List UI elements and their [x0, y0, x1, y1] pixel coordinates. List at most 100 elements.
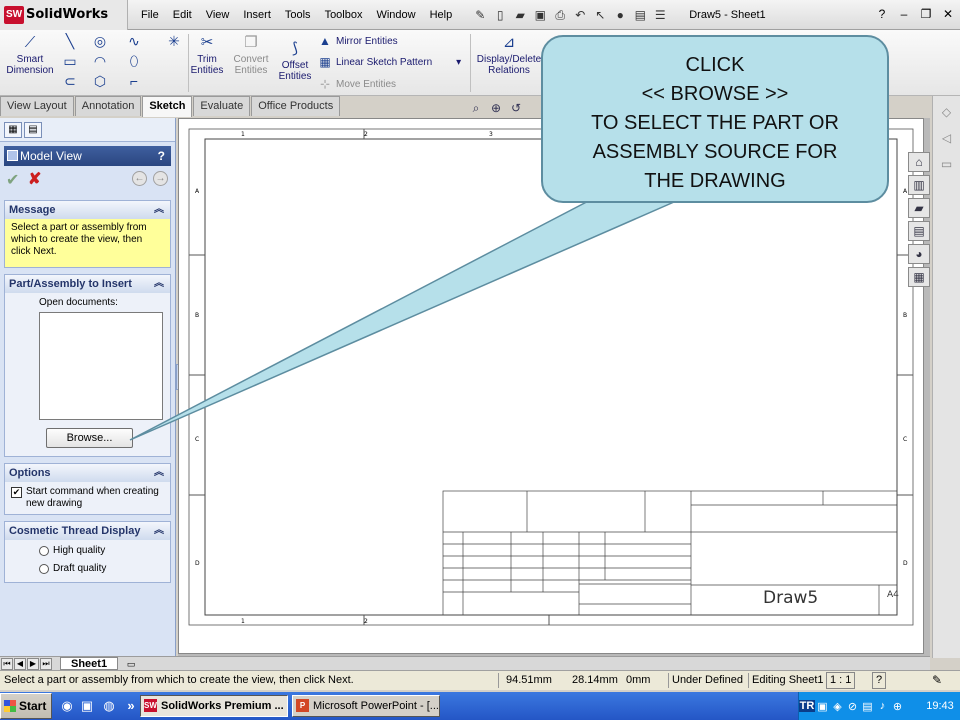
file-explorer-icon[interactable]: ▰ [908, 198, 930, 218]
new-document-icon[interactable]: ▯ [491, 6, 509, 24]
select-icon[interactable]: ↖ [591, 6, 609, 24]
firefox-icon[interactable]: ◍ [100, 697, 118, 715]
taskbar-powerpoint[interactable]: P Microsoft PowerPoint - [... [292, 695, 440, 717]
convert-entities-button[interactable]: ❐ Convert Entities [228, 34, 274, 76]
rectangle-icon[interactable]: ▭ [60, 52, 80, 70]
smart-dimension-button[interactable]: ⟋ Smart Dimension [4, 34, 56, 76]
tab-annotation[interactable]: Annotation [74, 96, 142, 116]
taskbar-solidworks[interactable]: SW SolidWorks Premium ... [140, 695, 288, 717]
save-icon[interactable]: ▣ [531, 6, 549, 24]
start-command-checkbox[interactable]: ✔ [11, 487, 22, 498]
design-library-icon[interactable]: ▥ [908, 175, 930, 195]
stack-icon[interactable]: ▭ [938, 154, 956, 174]
move-entities-button[interactable]: ⊹ Move Entities [318, 77, 396, 91]
desktop-icon[interactable]: ▣ [78, 697, 96, 715]
start-button[interactable]: Start [0, 693, 52, 719]
feature-manager-tab-icon[interactable]: ▦ [4, 122, 22, 138]
cancel-x-icon[interactable]: ✘ [28, 169, 41, 189]
trim-entities-button[interactable]: ✂ Trim Entities [188, 34, 226, 76]
start-command-option[interactable]: ✔ Start command when creating new drawin… [5, 482, 170, 514]
cosmetic-thread-group-header[interactable]: Cosmetic Thread Display ︽ [5, 522, 170, 540]
network-icon[interactable]: ▤ [860, 700, 875, 713]
prev-sheet-icon[interactable]: ◀ [14, 657, 26, 670]
ok-check-icon[interactable]: ✔ [6, 170, 19, 190]
menu-toolbox[interactable]: Toolbox [318, 0, 370, 30]
tab-evaluate[interactable]: Evaluate [193, 96, 251, 116]
menu-help[interactable]: Help [423, 0, 460, 30]
status-help-button[interactable]: ? [872, 672, 886, 689]
polygon-icon[interactable]: ⬡ [90, 72, 110, 90]
circle-icon[interactable]: ◎ [90, 32, 110, 50]
tray-icon-3[interactable]: ⊘ [845, 700, 860, 713]
help-button[interactable]: ? [158, 146, 165, 166]
arc-icon[interactable]: ◠ [90, 52, 110, 70]
browser-icon[interactable]: ◉ [58, 697, 76, 715]
restore-icon[interactable]: ❐ [918, 6, 934, 22]
print-icon[interactable]: ⎙ [551, 6, 569, 24]
minimize-icon[interactable]: – [896, 6, 912, 22]
ellipse-icon[interactable]: ⬯ [124, 52, 144, 70]
layer-icon[interactable]: ◇ [938, 102, 956, 122]
open-documents-list[interactable] [39, 312, 163, 420]
tray-icon-2[interactable]: ◈ [830, 700, 845, 713]
menu-edit[interactable]: Edit [166, 0, 199, 30]
flip-icon[interactable]: ◁ [938, 128, 956, 148]
fillet-icon[interactable]: ⌐ [124, 72, 144, 90]
spline-icon[interactable]: ∿ [124, 32, 144, 50]
last-sheet-icon[interactable]: ⏭ [40, 657, 52, 670]
message-group-header[interactable]: Message ︽ [5, 201, 170, 219]
custom-properties-icon[interactable]: ▦ [908, 267, 930, 287]
line-icon[interactable]: ╲ [60, 32, 80, 50]
solidworks-resources-icon[interactable]: ⌂ [908, 152, 930, 172]
display-delete-relations-button[interactable]: ⊿ Display/Delete Relations [472, 34, 546, 76]
point-icon[interactable]: ✳ [164, 32, 184, 50]
rebuild-icon[interactable]: ● [611, 6, 629, 24]
pin-icon[interactable]: ✎ [471, 6, 489, 24]
back-arrow-icon[interactable]: ← [132, 171, 147, 186]
add-sheet-icon[interactable]: ▭ [122, 658, 140, 670]
menu-window[interactable]: Window [369, 0, 422, 30]
tab-office-products[interactable]: Office Products [251, 96, 341, 116]
menu-file[interactable]: File [134, 0, 166, 30]
collapse-icon[interactable]: ︽ [154, 464, 164, 482]
status-scale[interactable]: 1 : 1 [826, 672, 856, 689]
view-palette-icon[interactable]: ▤ [908, 221, 930, 241]
collapse-icon[interactable]: ︽ [154, 201, 164, 219]
app-logo[interactable]: SW SolidWorks [0, 0, 128, 30]
offset-entities-button[interactable]: ⟆ Offset Entities [276, 40, 314, 82]
tab-sketch[interactable]: Sketch [142, 96, 193, 117]
next-sheet-icon[interactable]: ▶ [27, 657, 39, 670]
more-quicklaunch[interactable]: » [122, 697, 140, 715]
volume-icon[interactable]: ♪ [875, 700, 890, 712]
tab-view-layout[interactable]: View Layout [0, 96, 74, 116]
sheet-tab-sheet1[interactable]: Sheet1 [60, 657, 119, 670]
options-icon[interactable]: ☰ [651, 6, 669, 24]
next-arrow-icon[interactable]: → [153, 171, 168, 186]
property-manager-tab-icon[interactable]: ▤ [24, 122, 42, 138]
draft-quality-option[interactable]: Draft quality [5, 560, 170, 582]
file-properties-icon[interactable]: ▤ [631, 6, 649, 24]
draft-quality-radio[interactable] [39, 564, 49, 574]
options-group-header[interactable]: Options ︽ [5, 464, 170, 482]
close-icon[interactable]: ✕ [940, 6, 956, 22]
previous-view-icon[interactable]: ↺ [508, 100, 524, 116]
slot-icon[interactable]: ⊂ [60, 72, 80, 90]
collapse-icon[interactable]: ︽ [154, 275, 164, 293]
help-icon[interactable]: ? [874, 6, 890, 22]
high-quality-option[interactable]: High quality [5, 540, 170, 560]
part-assembly-group-header[interactable]: Part/Assembly to Insert ︽ [5, 275, 170, 293]
high-quality-radio[interactable] [39, 546, 49, 556]
tray-icon-4[interactable]: ⊕ [890, 700, 905, 713]
open-folder-icon[interactable]: ▰ [511, 6, 529, 24]
first-sheet-icon[interactable]: ⏮ [1, 657, 13, 670]
menu-view[interactable]: View [199, 0, 237, 30]
menu-insert[interactable]: Insert [236, 0, 278, 30]
chevron-down-icon[interactable]: ▾ [456, 57, 461, 68]
collapse-icon[interactable]: ︽ [154, 522, 164, 540]
language-indicator[interactable]: TR [799, 700, 815, 712]
linear-sketch-pattern-button[interactable]: ▦ Linear Sketch Pattern ▾ [318, 55, 461, 69]
appearances-icon[interactable]: ◕ [908, 244, 930, 264]
browse-button[interactable]: Browse... [46, 428, 133, 448]
menu-tools[interactable]: Tools [278, 0, 318, 30]
zoom-to-fit-icon[interactable]: ⌕ [468, 100, 484, 116]
